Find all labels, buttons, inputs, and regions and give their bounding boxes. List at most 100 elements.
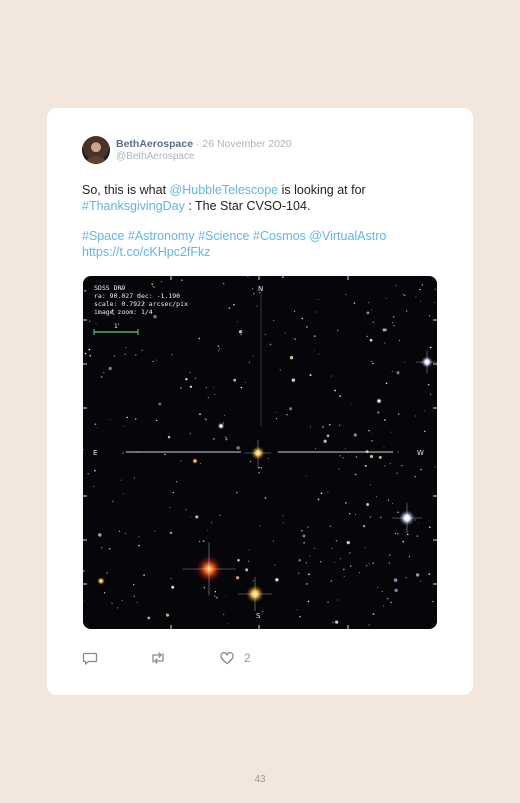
background-star bbox=[375, 496, 378, 498]
background-star bbox=[305, 562, 307, 564]
background-star bbox=[172, 491, 174, 494]
background-star bbox=[95, 323, 97, 325]
background-star bbox=[420, 468, 422, 471]
background-star bbox=[236, 491, 238, 494]
compass-east: E bbox=[93, 449, 97, 457]
background-star bbox=[133, 583, 135, 586]
hashtag-space[interactable]: #Space bbox=[82, 229, 124, 243]
reply-button[interactable] bbox=[82, 648, 98, 668]
background-star bbox=[332, 621, 334, 624]
bright-star bbox=[97, 577, 105, 585]
background-star bbox=[427, 383, 430, 386]
background-star bbox=[371, 360, 373, 363]
hashtag-cosmos[interactable]: #Cosmos bbox=[253, 229, 306, 243]
background-star bbox=[355, 456, 358, 458]
background-star bbox=[307, 600, 310, 603]
background-star bbox=[388, 562, 391, 564]
background-star bbox=[368, 563, 370, 565]
retweet-button[interactable] bbox=[149, 648, 167, 668]
background-star bbox=[390, 431, 392, 433]
text-prefix: So, this is what bbox=[82, 183, 170, 197]
background-star bbox=[248, 560, 250, 562]
background-star bbox=[190, 516, 192, 518]
background-star bbox=[317, 498, 320, 501]
background-star bbox=[397, 413, 400, 415]
tweet-sentence: So, this is what @HubbleTelescope is loo… bbox=[82, 183, 432, 214]
hashtag-astronomy[interactable]: #Astronomy bbox=[128, 229, 195, 243]
hashtag-thanksgivingday[interactable]: #ThanksgivingDay bbox=[82, 199, 185, 213]
background-star bbox=[233, 303, 235, 306]
background-star bbox=[199, 413, 201, 416]
background-star bbox=[286, 413, 288, 416]
background-star bbox=[203, 586, 206, 589]
background-star bbox=[328, 423, 331, 426]
tweet-header: BethAerospace · 26 November 2020 bbox=[116, 138, 292, 150]
background-star bbox=[113, 355, 116, 357]
hashtag-science[interactable]: #Science bbox=[198, 229, 249, 243]
background-star bbox=[198, 540, 201, 543]
background-star bbox=[189, 372, 191, 373]
background-star bbox=[383, 605, 385, 607]
user-handle[interactable]: @BethAerospace bbox=[116, 151, 195, 162]
background-star bbox=[404, 361, 406, 363]
avatar[interactable] bbox=[82, 136, 110, 164]
background-star bbox=[134, 418, 137, 420]
background-star bbox=[369, 454, 374, 459]
background-star bbox=[326, 434, 330, 438]
background-star bbox=[335, 539, 338, 542]
background-star bbox=[330, 580, 332, 582]
mention-virtualastro[interactable]: @VirtualAstro bbox=[309, 229, 386, 243]
background-star bbox=[171, 353, 173, 356]
background-star bbox=[185, 377, 188, 381]
tweet-image[interactable]: 1' N S E W SDSS DR9 ra: 90.027 dec: -1.1… bbox=[83, 276, 437, 629]
background-star bbox=[345, 294, 347, 296]
background-star bbox=[403, 294, 405, 296]
background-star bbox=[378, 457, 380, 459]
background-star bbox=[284, 332, 286, 334]
background-star bbox=[261, 610, 264, 613]
background-star bbox=[289, 356, 294, 360]
background-star bbox=[253, 293, 255, 295]
background-star bbox=[306, 326, 308, 328]
background-star bbox=[122, 452, 124, 454]
background-star bbox=[96, 427, 98, 429]
background-star bbox=[313, 350, 315, 352]
overlay-coords: ra: 90.027 dec: -1.190 bbox=[94, 292, 181, 300]
background-star bbox=[275, 578, 279, 582]
background-star bbox=[366, 335, 368, 338]
tweet-link[interactable]: https://t.co/cKHpc2fFkz bbox=[82, 245, 211, 259]
tweet-text: So, this is what @HubbleTelescope is loo… bbox=[82, 183, 432, 260]
speech-bubble-icon bbox=[82, 650, 98, 666]
background-star bbox=[181, 279, 183, 281]
background-star bbox=[339, 424, 341, 426]
overlay-survey: SDSS DR9 bbox=[94, 284, 126, 292]
background-star bbox=[276, 418, 278, 420]
background-star bbox=[396, 472, 398, 474]
background-star bbox=[189, 385, 193, 388]
background-star bbox=[240, 333, 242, 336]
background-star bbox=[322, 426, 324, 428]
background-star bbox=[314, 335, 316, 337]
display-name[interactable]: BethAerospace bbox=[116, 138, 193, 150]
tweet-date[interactable]: 26 November 2020 bbox=[202, 138, 291, 150]
background-star bbox=[292, 337, 294, 339]
background-star bbox=[309, 374, 312, 377]
background-star bbox=[84, 352, 87, 355]
background-star bbox=[349, 565, 352, 567]
background-star bbox=[170, 578, 172, 580]
background-star bbox=[334, 562, 336, 563]
background-star bbox=[116, 607, 118, 609]
background-star bbox=[298, 558, 302, 562]
background-star bbox=[344, 448, 346, 450]
background-star bbox=[248, 361, 251, 364]
background-star bbox=[337, 599, 339, 601]
mention-hubbletelescope[interactable]: @HubbleTelescope bbox=[170, 183, 279, 197]
background-star bbox=[350, 403, 352, 405]
background-star bbox=[155, 359, 157, 361]
background-star bbox=[126, 416, 128, 419]
background-star bbox=[94, 423, 97, 426]
heart-icon bbox=[219, 650, 235, 666]
like-button[interactable]: 2 bbox=[219, 648, 251, 668]
background-star bbox=[327, 491, 329, 493]
background-star bbox=[152, 360, 154, 363]
